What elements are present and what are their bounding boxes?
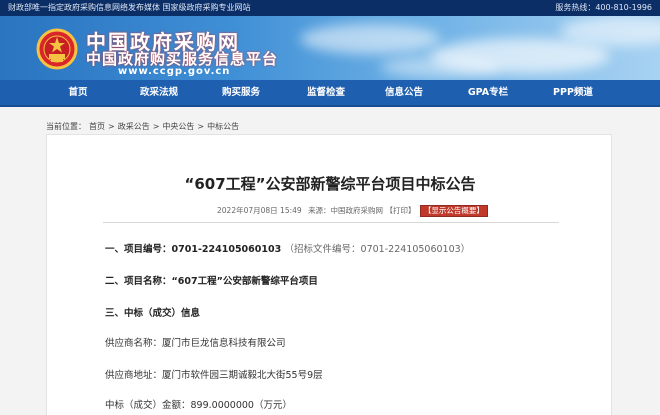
supplier-address-value: 厦门市软件园三期诚毅北大街55号9层 bbox=[162, 370, 323, 381]
supplier-name-row: 供应商名称：厦门市巨龙信息科技有限公司 bbox=[105, 335, 286, 349]
article-panel: “607工程”公安部新警综平台项目中标公告 2022年07月08日 15:49 … bbox=[46, 134, 612, 415]
award-info-heading: 三、中标（成交）信息 bbox=[105, 308, 201, 319]
cloud-decoration bbox=[300, 24, 440, 54]
site-url: www.ccgp.gov.cn bbox=[118, 66, 231, 77]
breadcrumb-prefix: 当前位置： bbox=[46, 122, 86, 131]
service-hotline: 服务热线：400-810-1996 bbox=[555, 3, 652, 12]
divider bbox=[103, 222, 559, 223]
nav-supervision[interactable]: 监督检查 bbox=[290, 80, 362, 105]
supplier-address-label: 供应商地址： bbox=[105, 370, 163, 381]
award-amount-value: 899.0000000（万元） bbox=[190, 400, 292, 411]
project-name-label: 二、项目名称： bbox=[105, 276, 172, 287]
nav-ppp[interactable]: PPP频道 bbox=[537, 80, 609, 105]
article-title: “607工程”公安部新警综平台项目中标公告 bbox=[184, 175, 476, 193]
breadcrumb-item-procurement[interactable]: 政采公告 bbox=[118, 122, 150, 131]
article-source: 来源：中国政府采购网 bbox=[308, 206, 384, 215]
breadcrumb-item-home[interactable]: 首页 bbox=[89, 122, 105, 131]
project-number-row: 一、项目编号：0701-224105060103 （招标文件编号：0701-22… bbox=[105, 241, 470, 255]
supplier-name-label: 供应商名称： bbox=[105, 338, 163, 349]
national-emblem-icon bbox=[36, 28, 78, 70]
breadcrumb-separator: > bbox=[197, 122, 205, 131]
publish-datetime: 2022年07月08日 15:49 bbox=[217, 206, 302, 215]
award-amount-label: 中标（成交）金额： bbox=[105, 400, 191, 411]
breadcrumb-item-central[interactable]: 中央公告 bbox=[162, 122, 194, 131]
site-notice: 财政部唯一指定政府采购信息网络发布媒体 国家级政府采购专业网站 bbox=[8, 3, 251, 12]
cloud-decoration bbox=[380, 56, 500, 78]
breadcrumb: 当前位置： 首页 > 政采公告 > 中央公告 > 中标公告 bbox=[46, 121, 242, 132]
breadcrumb-separator: > bbox=[108, 122, 115, 131]
tender-doc-number: （招标文件编号：0701-224105060103） bbox=[284, 244, 471, 255]
award-amount-row: 中标（成交）金额：899.0000000（万元） bbox=[105, 397, 292, 411]
project-number-value: 0701-224105060103 bbox=[171, 244, 282, 255]
print-link[interactable]: 【打印】 bbox=[385, 206, 415, 215]
main-nav: 首页 政采法规 购买服务 监督检查 信息公告 GPA专栏 PPP频道 bbox=[0, 80, 660, 107]
article-meta: 2022年07月08日 15:49 来源：中国政府采购网 【打印】 【显示公告概… bbox=[217, 205, 488, 217]
supplier-address-row: 供应商地址：厦门市软件园三期诚毅北大街55号9层 bbox=[105, 367, 323, 381]
project-name-row: 二、项目名称：“607工程”公安部新警综平台项目 bbox=[105, 273, 318, 287]
nav-announcements[interactable]: 信息公告 bbox=[368, 80, 440, 105]
breadcrumb-separator: > bbox=[152, 122, 160, 131]
breadcrumb-item-award[interactable]: 中标公告 bbox=[207, 122, 239, 131]
nav-purchase-services[interactable]: 购买服务 bbox=[205, 80, 277, 105]
nav-regulations[interactable]: 政采法规 bbox=[123, 80, 195, 105]
project-number-label: 一、项目编号： bbox=[105, 244, 172, 255]
supplier-name-value: 厦门市巨龙信息科技有限公司 bbox=[162, 338, 286, 349]
nav-gpa[interactable]: GPA专栏 bbox=[452, 80, 524, 105]
nav-home[interactable]: 首页 bbox=[48, 80, 108, 105]
site-banner: 中国政府采购网 中国政府购买服务信息平台 www.ccgp.gov.cn bbox=[0, 16, 660, 80]
project-name-value: “607工程”公安部新警综平台项目 bbox=[171, 276, 318, 287]
show-summary-button[interactable]: 【显示公告概要】 bbox=[419, 205, 488, 217]
top-info-bar: 财政部唯一指定政府采购信息网络发布媒体 国家级政府采购专业网站 服务热线：400… bbox=[0, 0, 660, 16]
